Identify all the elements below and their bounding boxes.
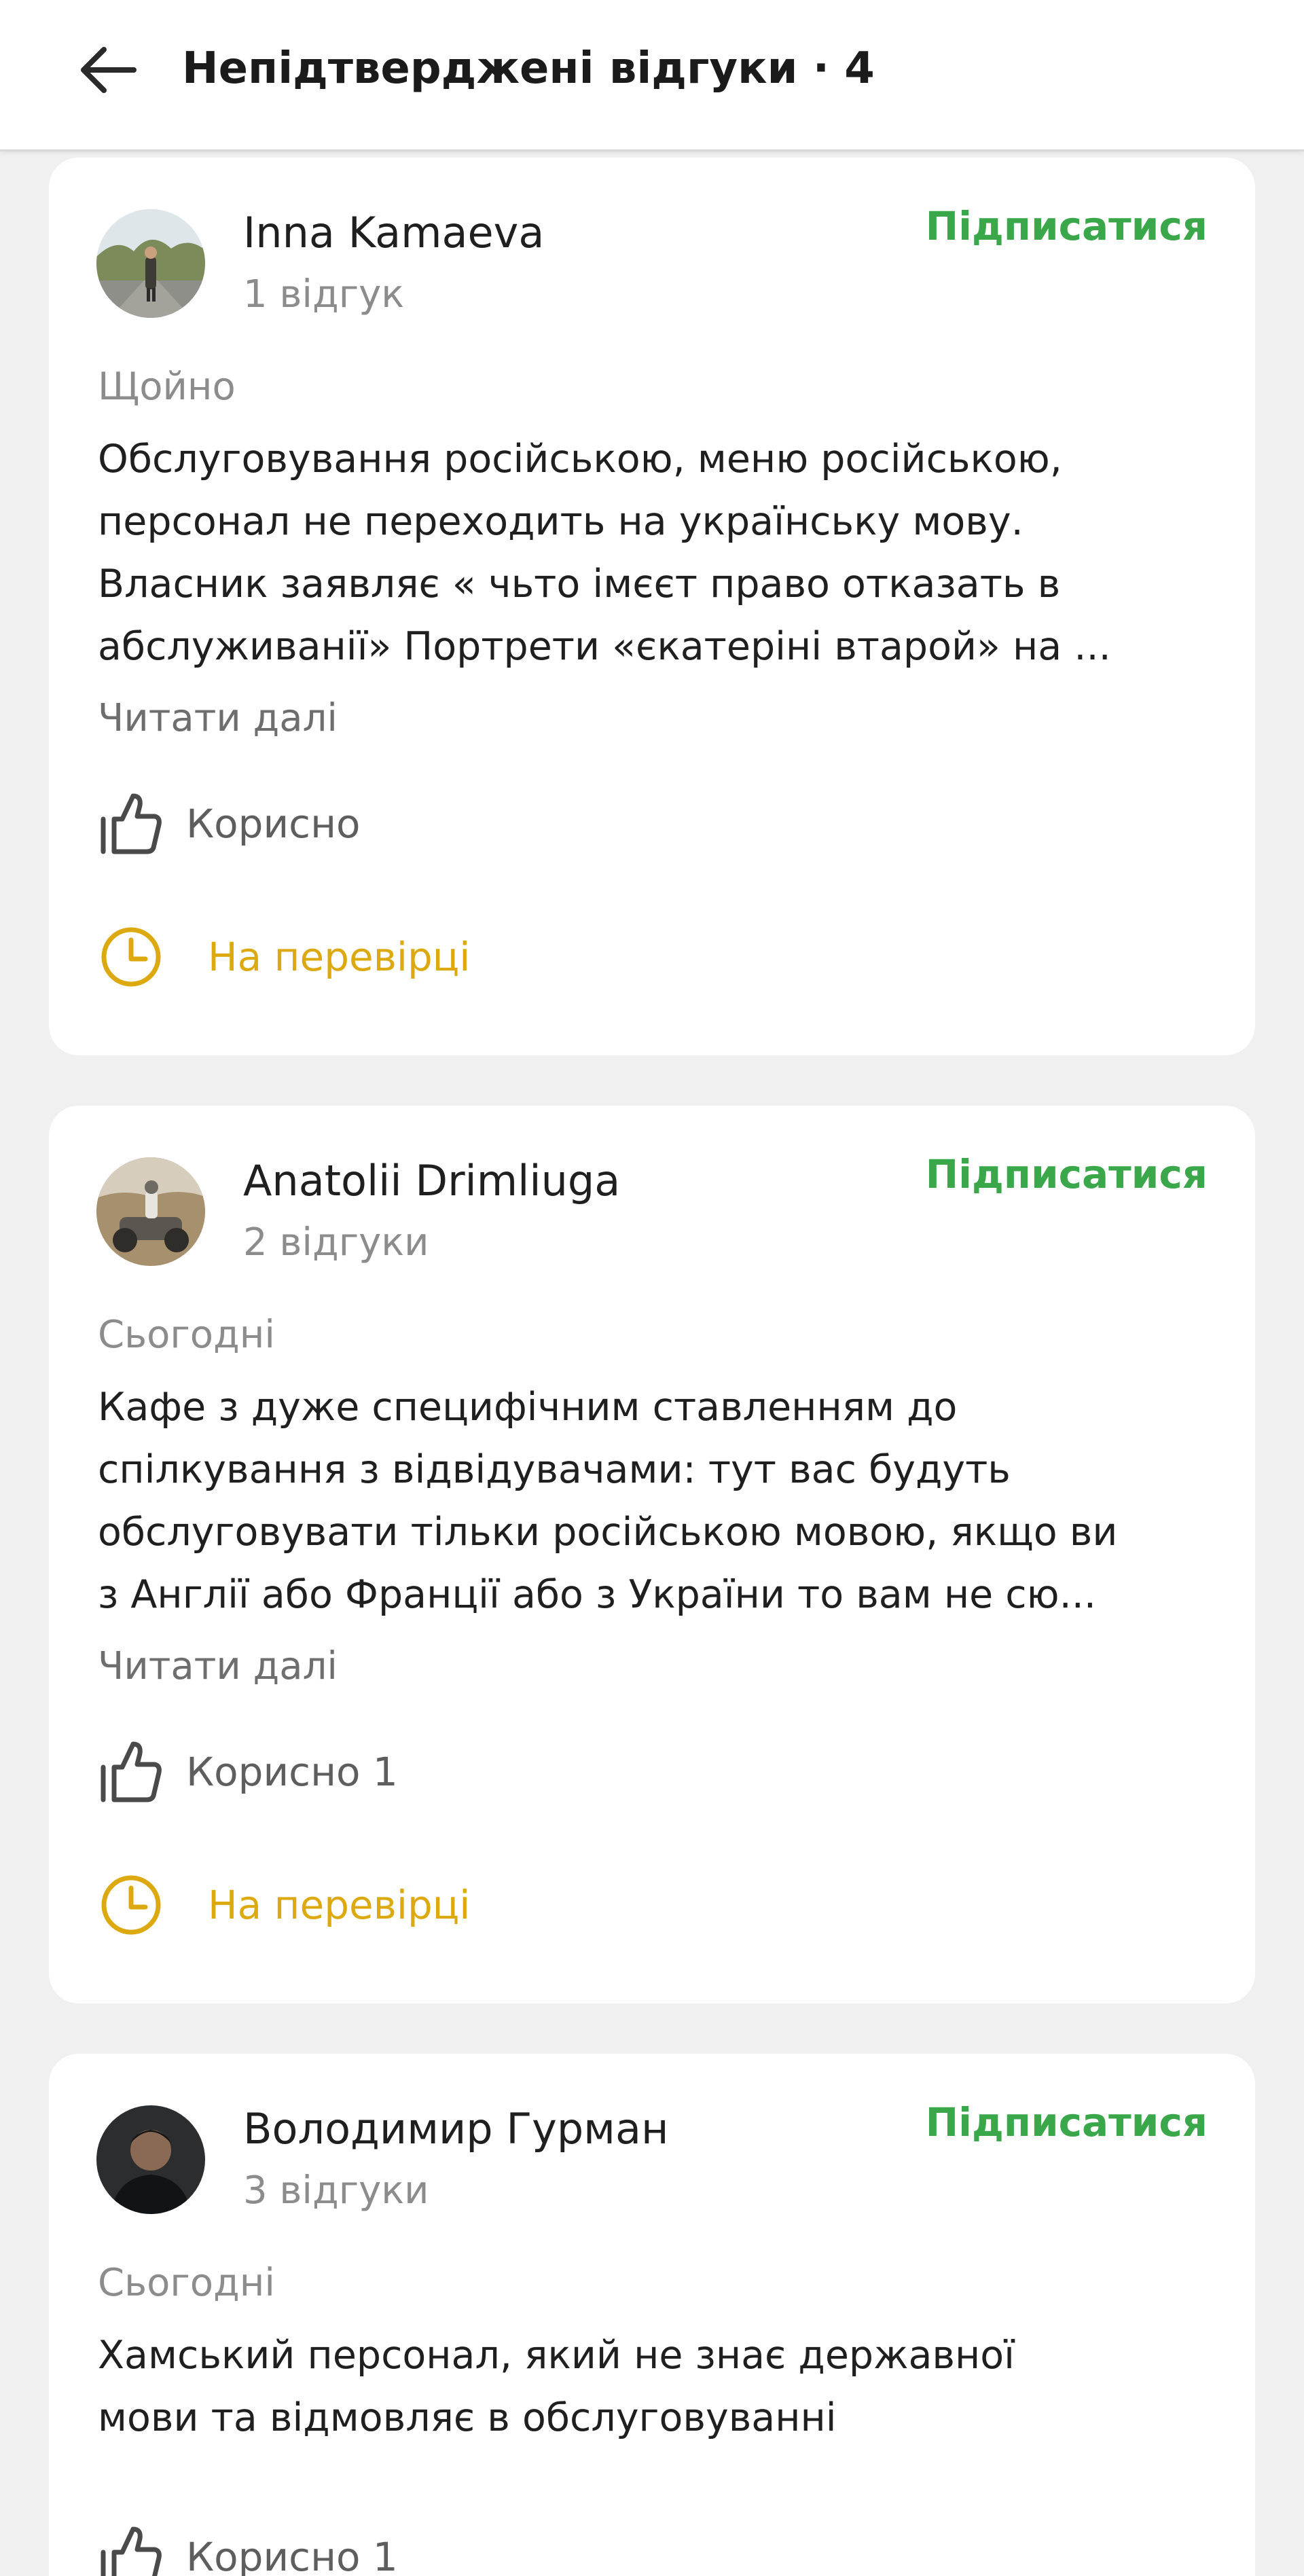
moderation-status: На перевірці <box>98 924 470 990</box>
review-date: Щойно <box>98 365 236 409</box>
avatar[interactable] <box>96 2105 205 2214</box>
review-date: Сьогодні <box>98 2261 275 2305</box>
useful-button[interactable]: Корисно <box>98 791 360 857</box>
read-more-link[interactable]: Читати далі <box>98 1639 338 1694</box>
thumbs-up-icon <box>98 1739 164 1805</box>
review-card: Inna Kamaeva 1 відгук Підписатися Щойно … <box>49 158 1255 1055</box>
review-text-line: Обслуговування російською, меню російськ… <box>98 437 1062 482</box>
review-text: Кафе з дуже специфічним ставленням до сп… <box>98 1376 1218 1626</box>
review-text-line: персонал не переходить на українську мов… <box>98 499 1024 544</box>
review-card: Володимир Гурман 3 відгуки Підписатися С… <box>49 2054 1255 2576</box>
review-text-line: спілкування з відвідувачами: тут вас буд… <box>98 1447 1011 1492</box>
moderation-status: На перевірці <box>98 1872 470 1938</box>
review-text-line: абслуживанії» Портрети «єкатеріні втарой… <box>98 624 1111 669</box>
useful-label: Корисно 1 <box>186 2534 398 2576</box>
status-label: На перевірці <box>208 1882 471 1928</box>
review-text: Обслуговування російською, меню російськ… <box>98 428 1218 678</box>
review-text: Хамський персонал, який не знає державно… <box>98 2324 1218 2449</box>
avatar-photo <box>96 2105 205 2214</box>
author-name[interactable]: Володимир Гурман <box>243 2100 668 2158</box>
author-review-count: 3 відгуки <box>243 2169 429 2213</box>
avatar[interactable] <box>96 1157 205 1266</box>
review-text-line: з Англії або Франції або з України то ва… <box>98 1572 1096 1617</box>
author-name[interactable]: Anatolii Drimliuga <box>243 1152 620 1210</box>
page-title: Непідтверджені відгуки · 4 <box>182 43 875 94</box>
avatar-photo <box>96 1157 205 1266</box>
author-review-count: 1 відгук <box>243 272 405 316</box>
arrow-left-icon <box>81 47 137 93</box>
review-text-line: обслуговувати тільки російською мовою, я… <box>98 1510 1118 1555</box>
useful-label: Корисно 1 <box>186 1749 398 1795</box>
review-text-line: Хамський персонал, який не знає державно… <box>98 2333 1015 2378</box>
author-review-count: 2 відгуки <box>243 1220 429 1265</box>
clock-icon <box>98 1872 164 1938</box>
thumbs-up-icon <box>98 2524 164 2576</box>
clock-icon <box>98 924 164 990</box>
read-more-link[interactable]: Читати далі <box>98 691 338 746</box>
review-text-line: Власник заявляє « чьто імєєт право отказ… <box>98 562 1061 606</box>
review-text-line: Кафе з дуже специфічним ставленням до <box>98 1385 958 1430</box>
review-card: Anatolii Drimliuga 2 відгуки Підписатися… <box>49 1106 1255 2003</box>
subscribe-button[interactable]: Підписатися <box>926 2093 1208 2152</box>
avatar[interactable] <box>96 209 205 318</box>
author-name[interactable]: Inna Kamaeva <box>243 204 544 262</box>
useful-label: Корисно <box>186 801 361 847</box>
back-button[interactable] <box>71 33 145 107</box>
status-label: На перевірці <box>208 934 471 980</box>
top-app-bar: Непідтверджені відгуки · 4 <box>0 0 1304 151</box>
review-text-line: мови та відмовляє в обслуговуванні <box>98 2395 837 2440</box>
review-date: Сьогодні <box>98 1313 275 1357</box>
avatar-photo <box>96 209 205 318</box>
unconfirmed-reviews-screen: Непідтверджені відгуки · 4 Inna Kamaeva … <box>0 0 1304 2576</box>
useful-button[interactable]: Корисно 1 <box>98 1739 398 1805</box>
subscribe-button[interactable]: Підписатися <box>926 1145 1208 1203</box>
useful-button[interactable]: Корисно 1 <box>98 2524 398 2576</box>
subscribe-button[interactable]: Підписатися <box>926 197 1208 255</box>
thumbs-up-icon <box>98 791 164 857</box>
